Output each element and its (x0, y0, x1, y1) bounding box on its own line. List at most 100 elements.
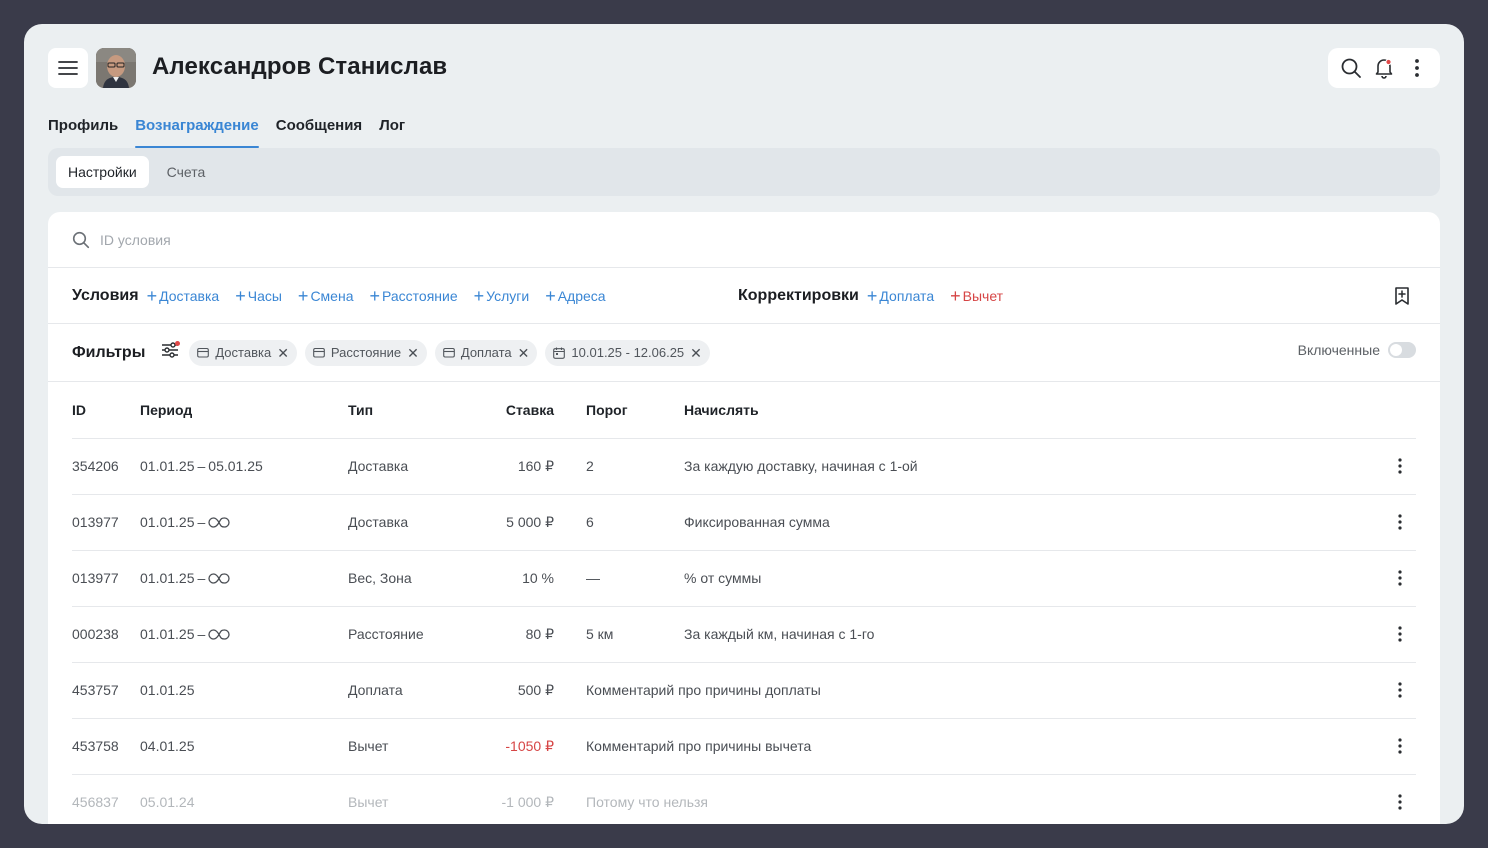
filter-chip: Доставка ✕ (189, 339, 297, 366)
subtab-accounts[interactable]: Счета (155, 156, 218, 188)
filter-settings-button[interactable] (161, 341, 181, 363)
search-icon (1341, 58, 1361, 78)
enabled-toggle-group: Включенные (1298, 342, 1416, 358)
table-row[interactable]: 013977 01.01.25– Вес, Зона 10 % — % от с… (72, 550, 1416, 607)
plus-icon: + (369, 285, 380, 306)
cell-type: Доставка (348, 438, 488, 495)
filters-label: Фильтры (72, 343, 146, 361)
cell-comment: Комментарий про причины вычета (586, 718, 1376, 775)
more-vertical-icon (1398, 570, 1402, 586)
cell-type: Вес, Зона (348, 550, 488, 607)
bookmark-add-icon (1395, 287, 1409, 305)
tab-messages[interactable]: Сообщения (276, 114, 362, 148)
column-header[interactable]: Тип (348, 382, 488, 439)
add-shift-link[interactable]: + Смена (298, 287, 354, 305)
tab-reward[interactable]: Вознаграждение (135, 114, 259, 148)
add-delivery-link[interactable]: + Доставка (147, 287, 220, 305)
row-menu-button[interactable] (1392, 626, 1408, 642)
cell-rate: 500 ₽ (488, 662, 586, 719)
row-menu-button[interactable] (1392, 570, 1408, 586)
cell-threshold: 2 (586, 438, 684, 495)
more-vertical-icon (1398, 458, 1402, 474)
cell-rate: -1050 ₽ (488, 718, 586, 775)
filter-active-dot (175, 341, 181, 346)
cell-period: 01.01.25 (140, 662, 348, 719)
more-button[interactable] (1402, 53, 1432, 83)
row-menu-button[interactable] (1392, 794, 1408, 810)
table-row[interactable]: 354206 01.01.25–05.01.25 Доставка 160 ₽ … (72, 438, 1416, 495)
column-header[interactable]: ID (72, 382, 140, 439)
more-vertical-icon (1398, 626, 1402, 642)
close-icon[interactable]: ✕ (277, 346, 289, 360)
plus-icon: + (950, 286, 961, 306)
tab-log[interactable]: Лог (379, 114, 405, 148)
column-header[interactable]: Период (140, 382, 348, 439)
cell-period: 01.01.25– (140, 606, 348, 663)
cell-period: 05.01.24 (140, 774, 348, 824)
table-row[interactable]: 453758 04.01.25 Вычет -1050 ₽ Комментари… (72, 718, 1416, 775)
row-menu-button[interactable] (1392, 738, 1408, 754)
avatar[interactable] (96, 48, 136, 88)
filter-chip: Доплата ✕ (434, 339, 538, 366)
cell-type: Доплата (348, 662, 488, 719)
cell-id: 453758 (72, 718, 140, 775)
cell-rate: 5 000 ₽ (488, 494, 586, 551)
row-menu-button[interactable] (1392, 458, 1408, 474)
conditions-label: Условия (72, 286, 139, 304)
search-input[interactable] (100, 231, 500, 248)
header-actions (1328, 48, 1440, 88)
subtab-settings[interactable]: Настройки (56, 156, 149, 188)
notifications-button[interactable] (1369, 53, 1399, 83)
table-row[interactable]: 000238 01.01.25– Расстояние 80 ₽ 5 км За… (72, 606, 1416, 663)
column-header-actions (1376, 382, 1416, 439)
table-row[interactable]: 013977 01.01.25– Доставка 5 000 ₽ 6 Фикс… (72, 494, 1416, 551)
infinity-icon (208, 572, 230, 584)
filter-chip: Расстояние ✕ (304, 339, 427, 366)
add-distance-link[interactable]: + Расстояние (369, 287, 457, 305)
cell-type: Расстояние (348, 606, 488, 663)
add-surcharge-link[interactable]: + Доплата (867, 287, 934, 305)
wallet-icon (313, 347, 325, 358)
cell-id: 000238 (72, 606, 140, 663)
add-hours-link[interactable]: + Часы (235, 287, 282, 305)
infinity-icon (208, 628, 230, 640)
avatar-image (96, 48, 136, 88)
wallet-icon (197, 347, 210, 358)
menu-button[interactable] (48, 48, 88, 88)
cell-comment: Потому что нельзя (586, 774, 1376, 824)
cell-id: 013977 (72, 494, 140, 551)
bookmark-button[interactable] (1394, 286, 1410, 311)
table-row-disabled[interactable]: 456837 05.01.24 Вычет -1 000 ₽ Потому чт… (72, 774, 1416, 824)
hamburger-icon (58, 61, 78, 75)
cell-threshold: 5 км (586, 606, 684, 663)
cell-period: 01.01.25– (140, 550, 348, 607)
add-services-link[interactable]: + Услуги (474, 287, 530, 305)
column-header[interactable]: Начислять (684, 382, 1376, 439)
cell-accrual: Фиксированная сумма (684, 494, 1376, 551)
calendar-icon (553, 347, 566, 359)
more-vertical-icon (1398, 682, 1402, 698)
cell-id: 453757 (72, 662, 140, 719)
cell-rate: -1 000 ₽ (488, 774, 586, 824)
column-header[interactable]: Порог (586, 382, 684, 439)
close-icon[interactable]: ✕ (407, 346, 419, 360)
table-row[interactable]: 453757 01.01.25 Доплата 500 ₽ Комментари… (72, 662, 1416, 719)
toggle-label: Включенные (1297, 342, 1380, 358)
cell-accrual: За каждый км, начиная с 1-го (684, 606, 1376, 663)
add-addresses-link[interactable]: + Адреса (545, 287, 605, 305)
close-icon[interactable]: ✕ (690, 346, 702, 360)
close-icon[interactable]: ✕ (518, 346, 530, 360)
tab-profile[interactable]: Профиль (48, 114, 118, 148)
search-button[interactable] (1336, 53, 1366, 83)
add-deduction-link[interactable]: + Вычет (950, 287, 1003, 305)
filter-chip-date: 10.01.25 - 12.06.25 ✕ (545, 339, 710, 366)
column-header[interactable]: Ставка (488, 382, 586, 439)
cell-rate: 10 % (488, 550, 586, 607)
plus-icon: + (473, 285, 485, 306)
row-menu-button[interactable] (1392, 682, 1408, 698)
cell-accrual: % от суммы (684, 550, 1376, 607)
row-menu-button[interactable] (1392, 514, 1408, 530)
cell-threshold: 6 (586, 494, 684, 551)
cell-threshold: — (586, 550, 684, 607)
enabled-toggle[interactable] (1388, 342, 1416, 358)
